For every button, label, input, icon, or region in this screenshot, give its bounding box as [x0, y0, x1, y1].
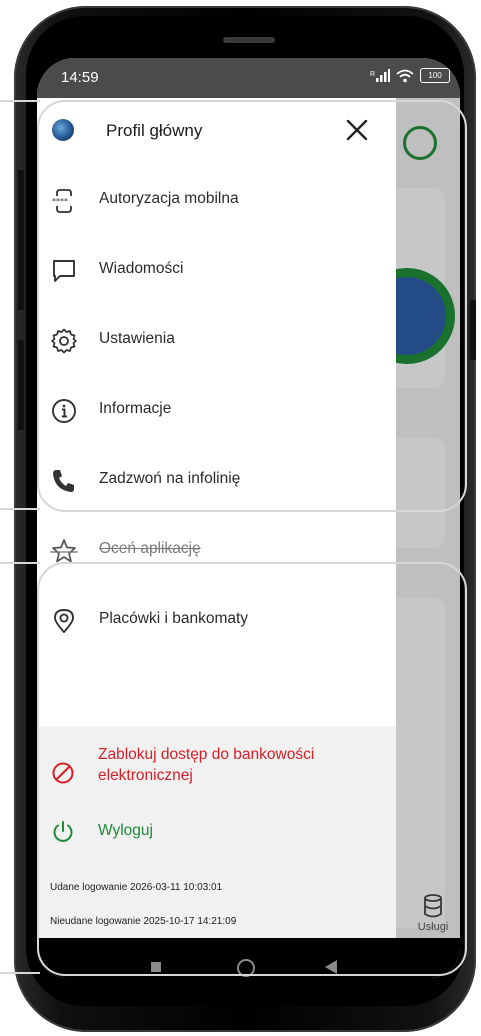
star-icon: [50, 539, 78, 563]
signal-icon: R: [370, 68, 390, 82]
side-key: [470, 300, 476, 360]
power-button: [18, 340, 24, 430]
speaker-grille: [223, 37, 275, 43]
volume-button: [18, 170, 24, 310]
signal-roaming-label: R: [370, 71, 375, 78]
callout-frame-bottom: [37, 562, 467, 976]
callout-connector-bottom-end: [0, 972, 40, 974]
status-bar: 14:59 R 100: [37, 58, 460, 98]
status-time: 14:59: [61, 69, 99, 86]
wifi-icon: [396, 69, 414, 82]
status-icons: R 100: [370, 68, 450, 83]
callout-connector-top-end: [0, 508, 40, 510]
callout-frame-top: [37, 100, 467, 512]
menu-label: Oceń aplikację: [99, 540, 201, 557]
callout-connector-bottom: [0, 562, 40, 564]
callout-connector-top: [0, 100, 40, 102]
battery-icon: 100: [420, 68, 450, 83]
